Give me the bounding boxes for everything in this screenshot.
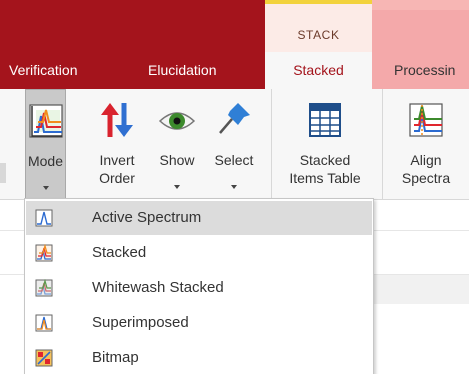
- whitewash-stacked-icon: [35, 279, 53, 297]
- menu-item-active-spectrum[interactable]: Active Spectrum: [26, 201, 372, 235]
- tab-verification[interactable]: Verification: [9, 52, 77, 89]
- align-spectra-icon: [409, 103, 443, 137]
- show-label: Show: [159, 152, 195, 168]
- menu-item-label: Superimposed: [92, 314, 189, 331]
- tab-processing[interactable]: Processin: [372, 52, 469, 89]
- menu-item-label: Whitewash Stacked: [92, 279, 224, 296]
- ribbon-separator: [382, 89, 383, 199]
- stacked-items-table-label: Stacked Items Table: [276, 151, 374, 187]
- active-spectrum-icon: [35, 209, 53, 227]
- mode-button[interactable]: Mode: [25, 89, 66, 199]
- superimposed-icon: [35, 314, 53, 332]
- menu-item-label: Bitmap: [92, 349, 139, 366]
- show-dropdown-caret: [174, 185, 180, 189]
- ribbon-panel: Mode Invert Order Show Select Stacked It…: [0, 89, 469, 200]
- invert-order-button[interactable]: Invert Order: [89, 89, 145, 200]
- menu-item-stacked[interactable]: Stacked: [26, 236, 372, 270]
- align-line2: Spectra: [401, 170, 451, 186]
- select-dropdown-caret: [231, 185, 237, 189]
- invert-order-label: Invert Order: [89, 151, 145, 187]
- stacked-items-line2: Items Table: [289, 170, 361, 186]
- show-button[interactable]: Show: [151, 89, 203, 200]
- mode-dropdown-caret: [42, 186, 49, 190]
- app-window: STACK Verification Elucidation Stacked P…: [0, 0, 469, 374]
- ribbon-separator: [271, 89, 272, 199]
- invert-label-line1: Invert: [99, 152, 135, 168]
- stack-context-group: STACK: [265, 0, 372, 52]
- menu-item-label: Active Spectrum: [92, 209, 202, 226]
- mode-label: Mode: [27, 153, 64, 169]
- context-tab-accent: [372, 0, 469, 10]
- stacked-icon: [35, 244, 53, 262]
- spectrum-mode-icon: [28, 104, 63, 138]
- tab-elucidation[interactable]: Elucidation: [148, 52, 217, 89]
- menu-item-superimposed[interactable]: Superimposed: [26, 306, 372, 340]
- content-header-band: [372, 274, 469, 304]
- eye-icon: [159, 112, 195, 130]
- menu-item-bitmap[interactable]: Bitmap: [26, 341, 372, 374]
- invert-order-icon: [101, 103, 133, 137]
- mode-dropdown-menu: Active Spectrum Stacked Whitewash Stacke…: [24, 198, 374, 374]
- menu-item-whitewash-stacked[interactable]: Whitewash Stacked: [26, 271, 372, 305]
- stacked-items-line1: Stacked: [299, 152, 351, 168]
- align-spectra-button[interactable]: Align Spectra: [389, 89, 463, 200]
- bitmap-icon: [35, 349, 53, 367]
- align-line1: Align: [410, 152, 442, 168]
- tab-stacked[interactable]: Stacked: [265, 52, 372, 89]
- menu-item-label: Stacked: [92, 244, 147, 261]
- stack-context-label: STACK: [297, 28, 340, 42]
- pushpin-icon: [219, 103, 250, 134]
- align-spectra-label: Align Spectra: [389, 151, 463, 187]
- select-label: Select: [214, 152, 254, 168]
- ribbon-scroll-edge: [0, 163, 6, 183]
- invert-label-line2: Order: [99, 170, 135, 186]
- stacked-items-table-button[interactable]: Stacked Items Table: [276, 89, 374, 200]
- table-icon: [309, 103, 341, 137]
- select-button[interactable]: Select: [205, 89, 263, 200]
